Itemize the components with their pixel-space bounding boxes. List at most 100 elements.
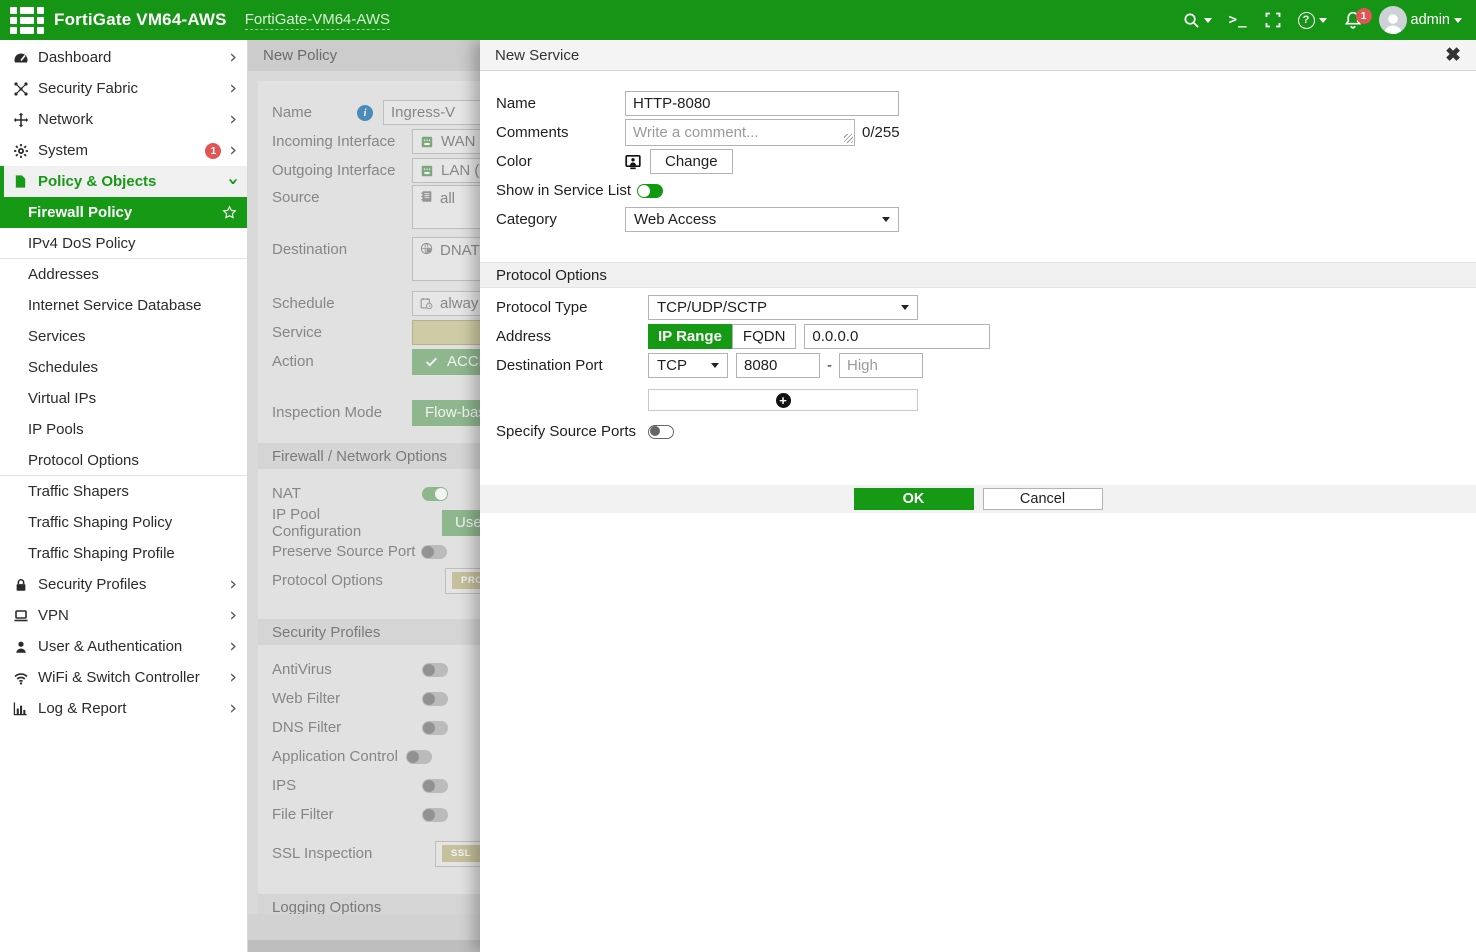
- sidebar-item-label: Traffic Shapers: [28, 483, 129, 500]
- fortinet-logo-icon: [10, 7, 44, 34]
- star-icon[interactable]: [222, 205, 237, 220]
- help-button[interactable]: ?: [1298, 12, 1327, 29]
- show-in-service-list-toggle[interactable]: [637, 184, 663, 198]
- sidebar-item-label: Virtual IPs: [28, 390, 96, 407]
- service-category-row: Category Web Access: [480, 205, 1476, 234]
- sidebar-item-protocol-options[interactable]: Protocol Options: [0, 445, 247, 476]
- chevron-right-icon: ›: [229, 699, 237, 718]
- sidebar-item-label: System: [38, 142, 88, 159]
- protocol-options-header: Protocol Options: [480, 262, 1476, 288]
- sidebar-item-security-profiles[interactable]: Security Profiles ›: [0, 569, 247, 600]
- specify-source-ports-row: Specify Source Ports: [480, 417, 1476, 446]
- sidebar-item-policy-objects[interactable]: Policy & Objects ›: [0, 166, 247, 197]
- sidebar-item-network[interactable]: Network ›: [0, 104, 247, 135]
- notification-badge: 1: [1356, 8, 1372, 24]
- sidebar-item-addresses[interactable]: Addresses: [0, 259, 247, 290]
- close-icon[interactable]: ✖: [1445, 46, 1461, 65]
- caret-down-icon: [1454, 18, 1462, 23]
- sidebar-item-user-authentication[interactable]: User & Authentication ›: [0, 631, 247, 662]
- network-icon: [12, 112, 29, 128]
- caret-down-icon: [901, 305, 909, 310]
- gear-icon: [12, 143, 29, 159]
- search-icon: [1183, 12, 1200, 29]
- sidebar-item-label: Log & Report: [38, 700, 126, 717]
- wifi-icon: [12, 670, 29, 686]
- sidebar-item-label: Traffic Shaping Profile: [28, 545, 175, 562]
- policy-icon: [12, 174, 29, 189]
- sidebar-item-security-fabric[interactable]: Security Fabric ›: [0, 73, 247, 104]
- lock-icon: [12, 578, 29, 592]
- sidebar-item-firewall-policy[interactable]: Firewall Policy: [0, 197, 247, 228]
- dashboard-icon: [12, 50, 29, 66]
- fullscreen-button[interactable]: [1265, 12, 1281, 28]
- comments-textarea[interactable]: [625, 119, 855, 146]
- resize-grip-icon[interactable]: [844, 134, 853, 143]
- user-icon: [12, 640, 29, 654]
- cancel-button[interactable]: Cancel: [983, 488, 1103, 510]
- dialog-header: New Service ✖: [480, 40, 1476, 71]
- sidebar-item-wifi-switch-controller[interactable]: WiFi & Switch Controller ›: [0, 662, 247, 693]
- sidebar-item-traffic-shaping-policy[interactable]: Traffic Shaping Policy: [0, 507, 247, 538]
- address-row: Address IP Range FQDN: [480, 322, 1476, 351]
- top-bar: FortiGate VM64-AWS FortiGate-VM64-AWS >_…: [0, 0, 1476, 40]
- search-button[interactable]: [1183, 12, 1212, 29]
- sidebar-item-vpn[interactable]: VPN ›: [0, 600, 247, 631]
- caret-down-icon: [1204, 18, 1212, 23]
- port-high-input[interactable]: [839, 353, 923, 378]
- sidebar-item-system[interactable]: System 1 ›: [0, 135, 247, 166]
- sidebar-nav: Dashboard › Security Fabric › Network › …: [0, 40, 248, 952]
- sidebar-item-label: Protocol Options: [28, 452, 139, 469]
- cli-console-button[interactable]: >_: [1229, 12, 1248, 28]
- port-low-input[interactable]: [736, 353, 820, 378]
- terminal-icon: >_: [1229, 12, 1248, 28]
- specify-source-ports-toggle[interactable]: [648, 425, 674, 439]
- sidebar-item-label: Schedules: [28, 359, 98, 376]
- change-color-button[interactable]: Change: [650, 149, 733, 174]
- show-in-service-list-row: Show in Service List: [480, 176, 1476, 205]
- ip-range-input[interactable]: [804, 324, 990, 349]
- user-menu-button[interactable]: admin: [1379, 6, 1463, 34]
- chevron-right-icon: ›: [229, 637, 237, 656]
- sidebar-item-dashboard[interactable]: Dashboard ›: [0, 42, 247, 73]
- notifications-button[interactable]: 1: [1344, 11, 1362, 29]
- sidebar-item-label: Security Profiles: [38, 576, 146, 593]
- add-port-range-button[interactable]: +: [648, 389, 918, 411]
- sidebar-item-label: Security Fabric: [38, 80, 138, 97]
- service-comments-row: Comments 0/255: [480, 118, 1476, 147]
- laptop-icon: [12, 608, 29, 624]
- dialog-footer: OK Cancel: [480, 485, 1476, 513]
- sidebar-item-services[interactable]: Services: [0, 321, 247, 352]
- sidebar-item-virtual-ips[interactable]: Virtual IPs: [0, 383, 247, 414]
- sidebar-item-traffic-shapers[interactable]: Traffic Shapers: [0, 476, 247, 507]
- dest-protocol-select[interactable]: TCP: [648, 353, 728, 378]
- protocol-type-select[interactable]: TCP/UDP/SCTP: [648, 295, 918, 320]
- sidebar-item-ipv4-dos-policy[interactable]: IPv4 DoS Policy: [0, 228, 247, 259]
- sidebar-item-traffic-shaping-profile[interactable]: Traffic Shaping Profile: [0, 538, 247, 569]
- ok-button[interactable]: OK: [854, 488, 974, 510]
- sidebar-item-label: Addresses: [28, 266, 99, 283]
- sidebar-item-log-report[interactable]: Log & Report ›: [0, 693, 247, 724]
- fqdn-button[interactable]: FQDN: [732, 324, 797, 349]
- bar-chart-icon: [12, 701, 29, 716]
- service-name-input[interactable]: [625, 91, 899, 116]
- category-select[interactable]: Web Access: [625, 207, 899, 232]
- caret-down-icon: [711, 363, 719, 368]
- sidebar-item-label: Network: [38, 111, 93, 128]
- protocol-type-row: Protocol Type TCP/UDP/SCTP: [480, 293, 1476, 322]
- username-label: admin: [1411, 12, 1451, 28]
- sidebar-item-ip-pools[interactable]: IP Pools: [0, 414, 247, 445]
- sidebar-item-label: Services: [28, 328, 86, 345]
- expand-icon: [1265, 12, 1281, 28]
- sidebar-item-schedules[interactable]: Schedules: [0, 352, 247, 383]
- new-service-dialog: New Service ✖ Name Comments 0/255: [480, 40, 1476, 952]
- sidebar-item-internet-service-database[interactable]: Internet Service Database: [0, 290, 247, 321]
- sidebar-item-label: Traffic Shaping Policy: [28, 514, 172, 531]
- chevron-right-icon: ›: [229, 48, 237, 67]
- hostname-link[interactable]: FortiGate-VM64-AWS: [245, 11, 390, 30]
- chevron-right-icon: ›: [229, 606, 237, 625]
- sidebar-item-label: Internet Service Database: [28, 297, 201, 314]
- service-name-row: Name: [480, 89, 1476, 118]
- sidebar-item-label: IP Pools: [28, 421, 84, 438]
- ip-range-button[interactable]: IP Range: [648, 324, 732, 349]
- system-alert-badge: 1: [205, 143, 221, 159]
